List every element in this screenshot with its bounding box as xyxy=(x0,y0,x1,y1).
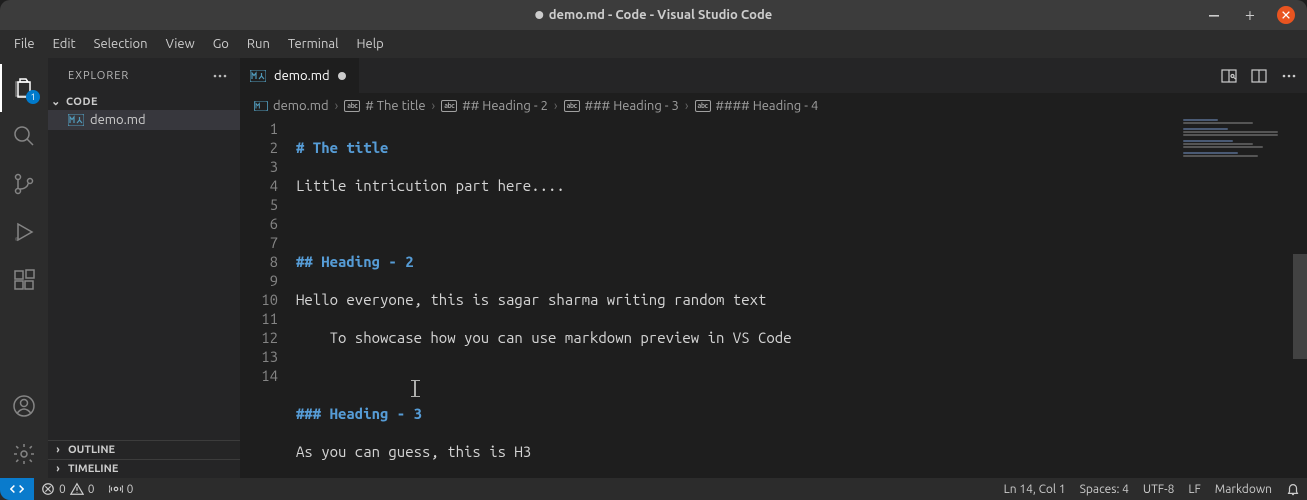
breadcrumb-file: demo.md xyxy=(254,99,329,113)
menu-bar: File Edit Selection View Go Run Terminal… xyxy=(0,30,1307,58)
status-eol[interactable]: LF xyxy=(1181,478,1207,500)
menu-terminal[interactable]: Terminal xyxy=(280,33,347,55)
status-encoding[interactable]: UTF-8 xyxy=(1136,478,1181,500)
open-preview-side-button[interactable] xyxy=(1221,68,1237,84)
menu-run[interactable]: Run xyxy=(239,33,278,55)
activity-run-debug[interactable] xyxy=(0,208,48,256)
breadcrumbs[interactable]: demo.md › abc# The title › abc## Heading… xyxy=(240,93,1307,119)
chevron-down-icon: ⌄ xyxy=(50,95,62,108)
status-bar: 0 0 0 Ln 14, Col 1 Spaces: 4 UTF-8 LF Ma… xyxy=(0,478,1307,500)
tab-demo-md[interactable]: demo.md xyxy=(240,58,360,93)
activity-settings[interactable] xyxy=(0,430,48,478)
tab-dirty-dot-icon xyxy=(338,72,346,80)
chevron-right-icon: › xyxy=(52,444,64,456)
text-cursor-icon xyxy=(414,381,416,396)
markdown-file-icon xyxy=(68,114,84,126)
breadcrumb-h2: abc## Heading - 2 xyxy=(441,99,548,113)
chevron-right-icon: › xyxy=(335,99,339,113)
explorer-sidebar: EXPLORER ⌄ CODE demo.md › OUTLINE › TIME… xyxy=(48,58,240,478)
breadcrumb-h3: abc### Heading - 3 xyxy=(564,99,679,113)
status-indent[interactable]: Spaces: 4 xyxy=(1073,478,1136,500)
timeline-label: TIMELINE xyxy=(68,463,118,475)
remote-button[interactable] xyxy=(0,478,34,500)
editor-more-button[interactable] xyxy=(1281,68,1297,84)
menu-file[interactable]: File xyxy=(6,33,43,55)
activity-bar: 1 xyxy=(0,58,48,478)
activity-accounts[interactable] xyxy=(0,382,48,430)
status-cursor[interactable]: Ln 14, Col 1 xyxy=(997,478,1073,500)
menu-help[interactable]: Help xyxy=(348,33,391,55)
workspace-name: CODE xyxy=(66,96,98,108)
line-numbers: 123 456 789 101112 1314 xyxy=(240,119,296,478)
maximize-button[interactable]: + xyxy=(1241,6,1259,24)
markdown-file-icon xyxy=(254,101,268,111)
code-content[interactable]: # The title Little intricution part here… xyxy=(296,119,1307,478)
status-language[interactable]: Markdown xyxy=(1208,478,1279,500)
outline-label: OUTLINE xyxy=(68,444,115,456)
editor-scrollbar[interactable] xyxy=(1293,119,1307,478)
status-notifications[interactable] xyxy=(1279,478,1307,500)
symbol-string-icon: abc xyxy=(695,100,711,112)
file-tree-item[interactable]: demo.md xyxy=(48,110,240,130)
menu-view[interactable]: View xyxy=(158,33,203,55)
explorer-badge: 1 xyxy=(26,90,40,104)
chevron-right-icon: › xyxy=(554,99,558,113)
markdown-file-icon xyxy=(250,70,266,82)
status-problems[interactable]: 0 0 xyxy=(34,478,102,500)
workspace-section[interactable]: ⌄ CODE xyxy=(48,93,240,110)
editor-tabs: demo.md xyxy=(240,58,1307,93)
tab-label: demo.md xyxy=(274,69,330,83)
chevron-right-icon: › xyxy=(685,99,689,113)
chevron-right-icon: › xyxy=(432,99,436,113)
chevron-right-icon: › xyxy=(52,463,64,475)
outline-section[interactable]: › OUTLINE xyxy=(48,440,240,459)
explorer-more-icon[interactable] xyxy=(212,68,228,84)
breadcrumb-h4: abc#### Heading - 4 xyxy=(695,99,819,113)
menu-edit[interactable]: Edit xyxy=(45,33,84,55)
symbol-string-icon: abc xyxy=(564,100,580,112)
activity-search[interactable] xyxy=(0,112,48,160)
editor-group: demo.md demo.md › abc# The ti xyxy=(240,58,1307,478)
window-title: demo.md - Code - Visual Studio Code xyxy=(535,8,772,22)
split-editor-button[interactable] xyxy=(1251,68,1267,84)
breadcrumb-h1: abc# The title xyxy=(344,99,425,113)
title-bar: demo.md - Code - Visual Studio Code + xyxy=(0,0,1307,30)
code-editor[interactable]: 123 456 789 101112 1314 # The title Litt… xyxy=(240,119,1307,478)
menu-selection[interactable]: Selection xyxy=(86,33,156,55)
menu-go[interactable]: Go xyxy=(205,33,237,55)
file-name: demo.md xyxy=(90,113,146,127)
timeline-section[interactable]: › TIMELINE xyxy=(48,459,240,478)
status-ports[interactable]: 0 xyxy=(102,478,141,500)
activity-explorer[interactable]: 1 xyxy=(0,64,48,112)
minimize-button[interactable] xyxy=(1205,6,1223,24)
symbol-string-icon: abc xyxy=(344,100,360,112)
activity-extensions[interactable] xyxy=(0,256,48,304)
window-title-text: demo.md - Code - Visual Studio Code xyxy=(549,8,772,22)
title-dirty-dot-icon xyxy=(535,11,543,19)
scrollbar-thumb[interactable] xyxy=(1293,254,1307,359)
symbol-string-icon: abc xyxy=(441,100,457,112)
explorer-title: EXPLORER xyxy=(68,70,129,82)
close-button[interactable] xyxy=(1277,6,1295,24)
activity-source-control[interactable] xyxy=(0,160,48,208)
